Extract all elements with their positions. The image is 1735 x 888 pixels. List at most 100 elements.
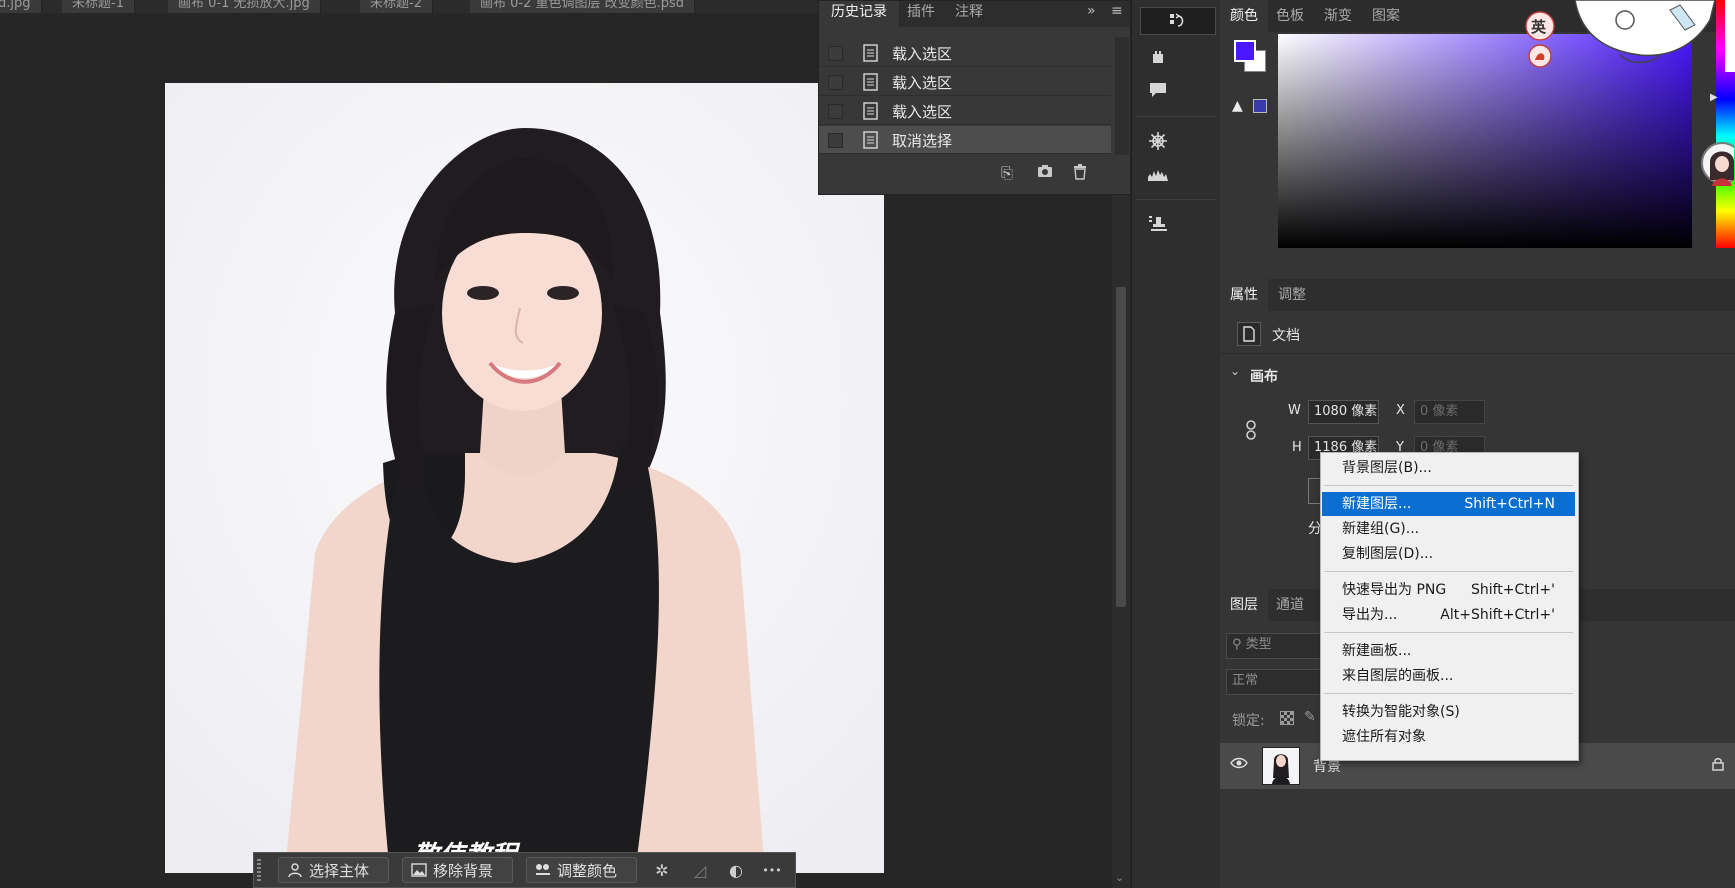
remove-background-label: 移除背景 (433, 861, 494, 880)
tab-gradients[interactable]: 渐变 (1314, 0, 1362, 32)
layer-filter-placeholder: 类型 (1245, 637, 1272, 652)
histogram-icon[interactable] (1144, 162, 1172, 188)
panel-icon-strip (1131, 0, 1221, 888)
comment-icon[interactable] (1144, 77, 1172, 103)
visibility-eye-icon[interactable] (1230, 757, 1248, 769)
hue-slider-handle-icon[interactable]: ▶ (1710, 92, 1718, 103)
plugins-icon[interactable] (1144, 44, 1172, 70)
trash-icon[interactable] (1073, 164, 1087, 180)
contrast-icon[interactable]: ◐ (726, 861, 746, 881)
menu-item-new-artboard[interactable]: 新建画板... (1322, 639, 1575, 663)
adjust-color-button[interactable]: 调整颜色 (526, 857, 637, 883)
menu-item-duplicate-layer[interactable]: 复制图层(D)... (1322, 542, 1575, 566)
lock-image-pixels-icon[interactable]: ✎ (1304, 709, 1316, 725)
document-icon (863, 44, 878, 62)
layer-thumbnail (1262, 747, 1300, 785)
menu-item-new-group[interactable]: 新建组(G)... (1322, 517, 1575, 541)
remove-background-button[interactable]: 移除背景 (402, 857, 513, 883)
menu-item-export-as[interactable]: 导出为... Alt+Shift+Ctrl+' (1322, 603, 1575, 627)
scroll-down-icon[interactable]: ⌄ (1115, 871, 1124, 884)
history-panel: 历史记录 插件 注释 » ≡ 载入选区 载入选区 载入选区 取消选择 ⎘ (818, 0, 1131, 195)
tab-swatches[interactable]: 色板 (1266, 0, 1314, 32)
scrollbar-thumb[interactable] (1116, 287, 1126, 607)
menu-item-mask-all-objects[interactable]: 遮住所有对象 (1322, 725, 1575, 749)
ime-indicator-badge[interactable]: 英 (1531, 16, 1546, 37)
document-image[interactable]: 敬伟教程 (165, 83, 884, 873)
more-icon[interactable]: ••• (762, 861, 782, 881)
divider (1220, 353, 1735, 354)
panel-menu-icon[interactable]: ≡ (1111, 3, 1123, 19)
menu-item-quick-export-png[interactable]: 快速导出为 PNG Shift+Ctrl+' (1322, 578, 1575, 602)
web-safe-color-swatch[interactable] (1253, 99, 1267, 113)
height-label: H (1292, 440, 1302, 455)
blend-mode-select[interactable]: 正常 (1226, 669, 1326, 695)
image-icon (411, 863, 427, 877)
chevron-down-icon[interactable]: ⌄ (1230, 364, 1240, 378)
transform-icon[interactable]: ◿ (690, 861, 710, 881)
history-panel-tabs: 历史记录 插件 注释 » ≡ (819, 1, 1130, 27)
tab-notes[interactable]: 注释 (943, 1, 995, 27)
foreground-color-swatch[interactable] (1234, 40, 1256, 62)
lock-label: 锁定: (1232, 713, 1265, 729)
tab-plugins[interactable]: 插件 (895, 1, 947, 27)
clone-source-icon[interactable] (1144, 211, 1172, 237)
history-state-row[interactable]: 载入选区 (819, 97, 1111, 125)
out-of-gamut-warning-icon[interactable]: ▲ (1232, 98, 1243, 114)
tab-patterns[interactable]: 图案 (1362, 0, 1410, 32)
doc-tab[interactable]: 未标题-2 (360, 0, 433, 13)
camera-icon[interactable] (1037, 164, 1053, 178)
document-properties-icon (1237, 322, 1261, 346)
history-panel-button[interactable] (1140, 7, 1216, 35)
adjust-color-label: 调整颜色 (557, 861, 618, 880)
tab-layers[interactable]: 图层 (1220, 589, 1268, 621)
contextual-task-bar: 选择主体 移除背景 调整颜色 ✲ ◿ ◐ ••• (253, 852, 796, 888)
user-avatar[interactable] (1700, 140, 1734, 186)
lock-icon (1712, 757, 1724, 771)
tab-properties[interactable]: 属性 (1220, 279, 1268, 311)
history-state-label: 取消选择 (892, 132, 953, 150)
cartoon-sticker-overlay: 英 (1520, 0, 1735, 72)
link-icon[interactable] (1245, 420, 1257, 440)
document-icon (863, 73, 878, 91)
lock-transparent-pixels-icon[interactable] (1280, 711, 1294, 725)
snapshot-checkbox[interactable] (828, 104, 843, 119)
menu-separator (1324, 693, 1573, 694)
strip-divider (1136, 199, 1216, 200)
document-icon (863, 131, 878, 149)
history-state-label: 载入选区 (892, 45, 953, 63)
menu-item-artboard-from-layers[interactable]: 来自图层的画板... (1322, 664, 1575, 688)
menu-item-background-layer[interactable]: 背景图层(B)... (1322, 456, 1575, 480)
properties-panel-tabs: 属性 调整 (1220, 279, 1735, 311)
magic-wand-icon[interactable]: ✲ (652, 861, 672, 881)
tab-adjustments[interactable]: 调整 (1268, 279, 1316, 311)
layer-filter-search[interactable]: ⚲ 类型 (1226, 633, 1326, 659)
tab-channels[interactable]: 通道 (1266, 589, 1314, 621)
drag-handle[interactable] (257, 859, 261, 881)
snapshot-checkbox[interactable] (828, 46, 843, 61)
doc-tab[interactable]: 画布 0-1 无损放大.jpg (168, 0, 321, 13)
select-subject-button[interactable]: 选择主体 (278, 857, 389, 883)
history-state-row[interactable]: 载入选区 (819, 68, 1111, 96)
snapshot-checkbox[interactable] (828, 133, 843, 148)
history-state-row-selected[interactable]: 取消选择 (819, 126, 1111, 154)
navigator-wheel-icon[interactable] (1144, 128, 1172, 154)
search-icon: ⚲ (1232, 637, 1242, 652)
history-state-label: 载入选区 (892, 74, 953, 92)
menu-item-convert-smart-object[interactable]: 转换为智能对象(S) (1322, 700, 1575, 724)
adjust-icon (535, 863, 551, 877)
person-icon (287, 862, 303, 878)
snapshot-checkbox[interactable] (828, 75, 843, 90)
doc-tab[interactable]: 未标题-1 (62, 0, 135, 13)
x-field[interactable]: 0 像素 (1414, 400, 1485, 424)
collapse-icon[interactable]: » (1087, 3, 1096, 19)
menu-item-new-layer[interactable]: 新建图层... Shift+Ctrl+N (1322, 492, 1575, 516)
doc-tab[interactable]: d.jpg (0, 0, 42, 13)
doc-tab[interactable]: 画布 0-2 重色调图层 改变颜色.psd (470, 0, 696, 13)
tab-history[interactable]: 历史记录 (819, 1, 899, 27)
history-state-row[interactable]: 载入选区 (819, 39, 1111, 67)
history-scrollbar[interactable] (1115, 37, 1129, 155)
tab-color[interactable]: 颜色 (1220, 0, 1268, 32)
width-field[interactable]: 1080 像素 (1308, 400, 1379, 424)
new-document-from-state-icon[interactable]: ⎘ (1001, 164, 1013, 182)
history-state-label: 载入选区 (892, 103, 953, 121)
